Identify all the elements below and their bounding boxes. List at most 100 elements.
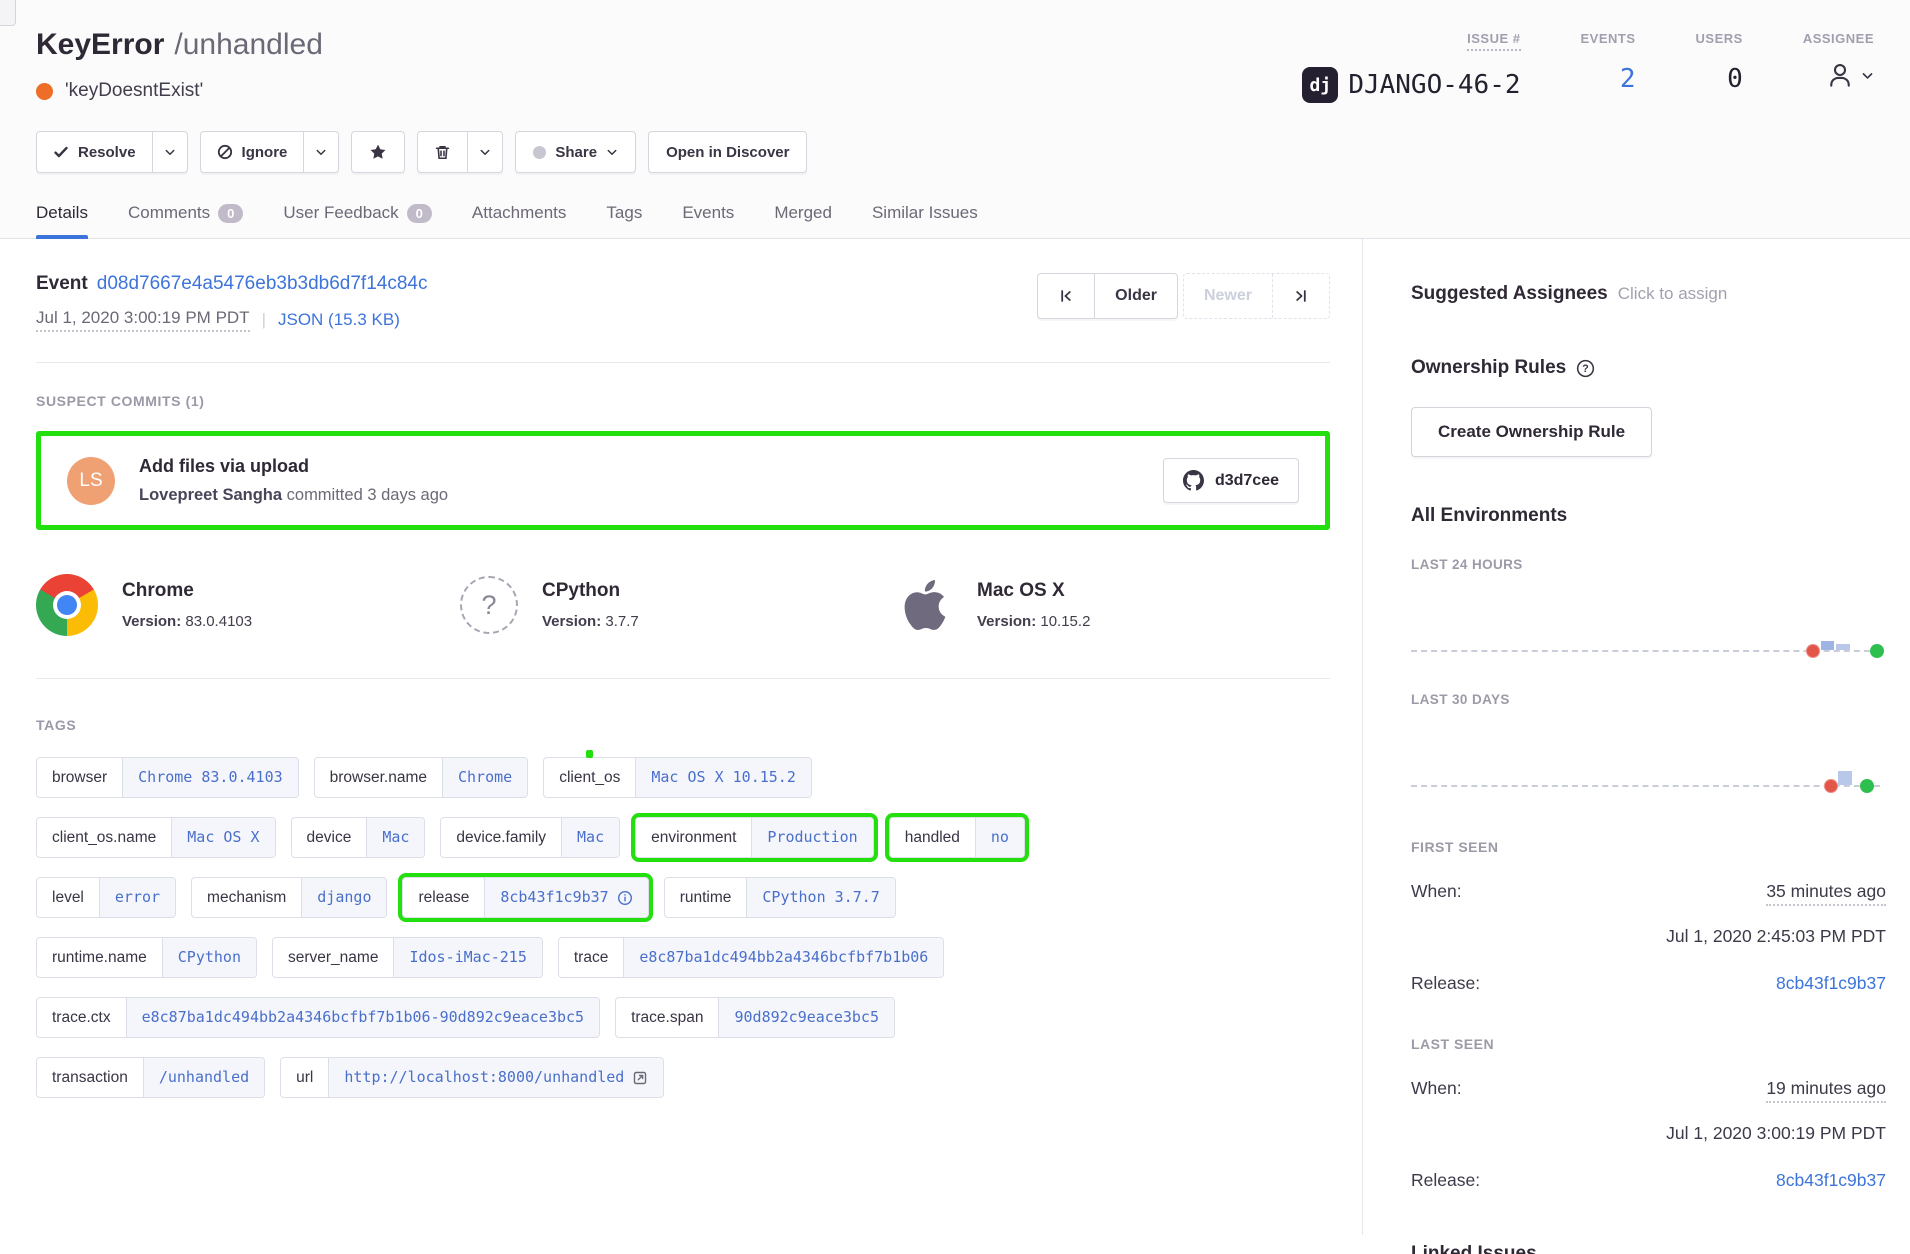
ignore-dropdown-button[interactable] (303, 132, 338, 172)
tag-value[interactable]: e8c87ba1dc494bb2a4346bcfbf7b1b06-90d892c… (126, 998, 600, 1037)
tag-value[interactable]: Chrome (442, 758, 527, 797)
bookmark-star-button[interactable] (351, 131, 405, 173)
share-status-icon (533, 146, 546, 159)
tag-value[interactable]: 8cb43f1c9b37 (484, 878, 647, 917)
tag-value[interactable]: Production (751, 818, 872, 857)
tag-device-family[interactable]: device.familyMac (440, 817, 620, 858)
tag-trace[interactable]: tracee8c87ba1dc494bb2a4346bcfbf7b1b06 (558, 937, 944, 978)
tag-value[interactable]: 90d892c9eace3bc5 (718, 998, 894, 1037)
tag-key: trace (559, 938, 623, 977)
last-seen-release-link[interactable]: 8cb43f1c9b37 (1776, 1170, 1886, 1191)
resolve-button[interactable]: Resolve (37, 132, 152, 172)
context-runtime: ? CPython Version: 3.7.7 (460, 574, 897, 636)
tag-value[interactable]: Mac (366, 818, 424, 857)
tab-tags[interactable]: Tags (606, 203, 642, 238)
tab-similar-issues[interactable]: Similar Issues (872, 203, 978, 238)
open-in-discover-button[interactable]: Open in Discover (648, 131, 807, 173)
tag-value[interactable]: e8c87ba1dc494bb2a4346bcfbf7b1b06 (623, 938, 943, 977)
tab-attachments[interactable]: Attachments (472, 203, 567, 238)
tag-server-name[interactable]: server_nameIdos-iMac-215 (272, 937, 543, 978)
event-id-link[interactable]: d08d7667e4a5476eb3b3db6d7f14c84c (97, 273, 428, 294)
tag-device[interactable]: deviceMac (291, 817, 426, 858)
suspect-commit-card: LS Add files via upload Lovepreet Sangha… (36, 431, 1330, 530)
stat-events: EVENTS 2 (1581, 30, 1636, 103)
issue-tabs: Details Comments0 User Feedback0 Attachment… (36, 203, 1874, 238)
chevron-down-icon (479, 146, 491, 158)
events-label: EVENTS (1581, 31, 1636, 46)
external-link-icon[interactable] (632, 1070, 648, 1086)
tag-value[interactable]: error (99, 878, 175, 917)
chevron-down-icon (164, 146, 176, 158)
tag-key: handled (890, 818, 975, 857)
tag-client-os-name[interactable]: client_os.nameMac OS X (36, 817, 276, 858)
tag-key: server_name (273, 938, 393, 977)
context-browser: Chrome Version: 83.0.4103 (36, 574, 460, 636)
tab-details[interactable]: Details (36, 203, 88, 238)
tag-environment[interactable]: environmentProduction (635, 817, 874, 858)
tag-mechanism[interactable]: mechanismdjango (191, 877, 387, 918)
tag-value[interactable]: Mac OS X (171, 818, 274, 857)
tag-value[interactable]: http://localhost:8000/unhandled (328, 1058, 663, 1097)
tag-value[interactable]: Idos-iMac-215 (393, 938, 541, 977)
suggested-assignees-title: Suggested Assignees Click to assign (1411, 283, 1886, 305)
tag-browser[interactable]: browserChrome 83.0.4103 (36, 757, 299, 798)
tab-merged[interactable]: Merged (774, 203, 832, 238)
tag-value[interactable]: /unhandled (143, 1058, 264, 1097)
tab-label: Similar Issues (872, 203, 978, 223)
tag-key: runtime.name (37, 938, 162, 977)
tag-value[interactable]: Mac (561, 818, 619, 857)
tag-key: trace.ctx (37, 998, 126, 1037)
tag-value[interactable]: no (975, 818, 1024, 857)
chevron-down-icon (1861, 69, 1874, 82)
commit-sha-button[interactable]: d3d7cee (1163, 458, 1299, 503)
delete-dropdown-button[interactable] (467, 132, 502, 172)
event-nav-enabled-group: Older (1037, 273, 1178, 319)
ignore-button[interactable]: Ignore (201, 132, 304, 172)
first-seen-release-link[interactable]: 8cb43f1c9b37 (1776, 973, 1886, 994)
tag-transaction[interactable]: transaction/unhandled (36, 1057, 265, 1098)
last-24-hours-label: LAST 24 HOURS (1411, 557, 1886, 572)
tag-runtime[interactable]: runtimeCPython 3.7.7 (664, 877, 896, 918)
info-icon[interactable] (617, 890, 633, 906)
suspect-commits-heading: SUSPECT COMMITS (1) (36, 393, 1330, 409)
issue-number-label: ISSUE # (1467, 31, 1520, 51)
tag-url[interactable]: urlhttp://localhost:8000/unhandled (280, 1057, 664, 1098)
tag-value[interactable]: Mac OS X 10.15.2 (635, 758, 811, 797)
last-seen-relative: 19 minutes ago (1766, 1078, 1886, 1103)
tag-browser-name[interactable]: browser.nameChrome (314, 757, 529, 798)
tag-level[interactable]: levelerror (36, 877, 176, 918)
tag-client-os[interactable]: client_osMac OS X 10.15.2 (543, 757, 812, 798)
tag-trace-ctx[interactable]: trace.ctxe8c87ba1dc494bb2a4346bcfbf7b1b0… (36, 997, 600, 1038)
event-json-link[interactable]: JSON (15.3 KB) (278, 310, 400, 330)
tag-value[interactable]: django (301, 878, 386, 917)
delete-button[interactable] (418, 132, 467, 172)
first-seen-heading: FIRST SEEN (1411, 839, 1886, 855)
newer-event-button[interactable]: Newer (1184, 274, 1272, 318)
create-ownership-rule-button[interactable]: Create Ownership Rule (1411, 407, 1652, 457)
tab-events[interactable]: Events (682, 203, 734, 238)
resolve-dropdown-button[interactable] (152, 132, 187, 172)
users-count[interactable]: 0 (1696, 64, 1743, 94)
event-bar (1821, 641, 1834, 650)
chevron-down-icon (315, 146, 327, 158)
oldest-event-button[interactable] (1038, 274, 1094, 318)
tag-value[interactable]: CPython (162, 938, 256, 977)
commit-title: Add files via upload (139, 456, 1139, 477)
tab-comments[interactable]: Comments0 (128, 203, 243, 238)
tag-value[interactable]: Chrome 83.0.4103 (122, 758, 298, 797)
latest-event-button[interactable] (1272, 274, 1329, 318)
tag-handled[interactable]: handledno (889, 817, 1025, 858)
assignee-selector[interactable] (1803, 60, 1874, 90)
tab-user-feedback[interactable]: User Feedback0 (283, 203, 432, 238)
tag-runtime-name[interactable]: runtime.nameCPython (36, 937, 257, 978)
question-mark-icon: ? (460, 576, 518, 634)
events-count[interactable]: 2 (1581, 64, 1636, 94)
help-circle-icon[interactable]: ? (1576, 359, 1595, 378)
tag-release[interactable]: release8cb43f1c9b37 (402, 877, 648, 918)
tag-trace-span[interactable]: trace.span90d892c9eace3bc5 (615, 997, 895, 1038)
tag-value[interactable]: CPython 3.7.7 (746, 878, 894, 917)
issue-message: 'keyDoesntExist' (65, 80, 203, 102)
share-button[interactable]: Share (515, 131, 636, 173)
tag-row: levelerror mechanismdjango release8cb43f1c… (36, 877, 1330, 918)
older-event-button[interactable]: Older (1094, 274, 1177, 318)
